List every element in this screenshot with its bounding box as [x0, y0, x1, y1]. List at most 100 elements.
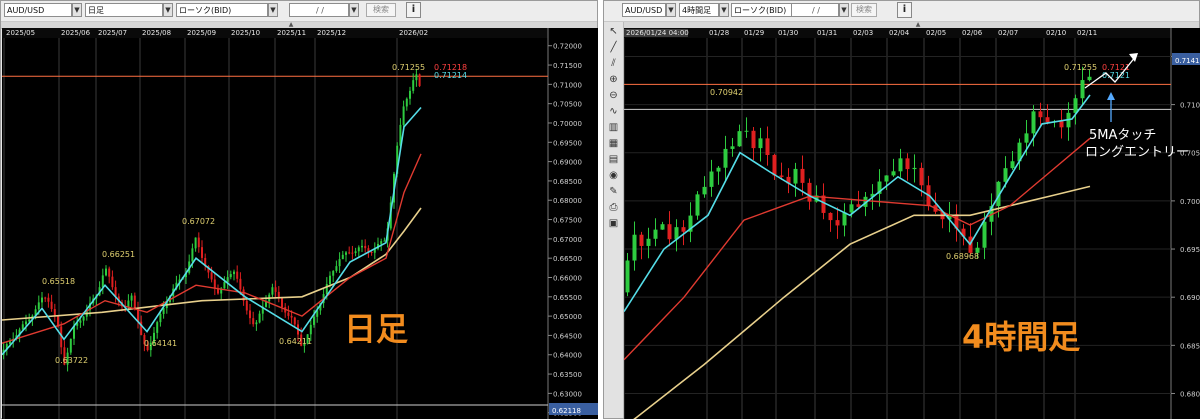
candle-body [239, 278, 242, 290]
y-tick-label: 0.6850 [1180, 342, 1200, 350]
candle-body [912, 167, 917, 170]
candle-body [258, 313, 261, 323]
x-tick-label: 02/04 [889, 29, 910, 37]
candle-body [1003, 168, 1008, 182]
x-tick-label: 2025/09 [187, 29, 216, 37]
y-tick-label: 0.7100 [1180, 102, 1200, 110]
candle-body [1010, 161, 1015, 169]
view-icon[interactable]: ◉ [607, 169, 620, 182]
candle-body [660, 224, 665, 230]
y-tick-label: 0.6900 [1180, 294, 1200, 302]
candle-body [255, 322, 258, 325]
right-date-dropdown-icon[interactable]: ▼ [839, 3, 849, 17]
current-price-text: 0.7141 [1175, 57, 1200, 65]
candle-body [1024, 133, 1029, 143]
candle-body [828, 212, 833, 221]
trendline-tool-icon[interactable]: ╱ [607, 41, 620, 54]
candle-body [338, 259, 341, 267]
x-tick-label: 2026/02 [399, 29, 428, 37]
right-date-input[interactable]: / / [791, 3, 839, 17]
candle-body [380, 241, 383, 244]
candle-body [274, 287, 277, 292]
candle-body [332, 270, 335, 276]
candle-body [1038, 111, 1043, 118]
left-timeframe-dropdown-icon[interactable]: ▼ [163, 3, 173, 17]
h4-chart-panel: AUD/USD ▼ 4時間足 ▼ ローソク(BID) ▼ [603, 0, 1200, 419]
candle-body [341, 254, 344, 260]
candle-body [287, 312, 290, 316]
left-date-input[interactable]: / / [289, 3, 349, 17]
right-search-button[interactable]: 検索 [851, 3, 877, 17]
right-info-icon[interactable]: i [897, 2, 912, 18]
candle-body [351, 252, 354, 254]
candle-body [370, 252, 373, 254]
x-tick-label: 2026/01/24 04:00 [626, 29, 689, 37]
candle-body [383, 240, 386, 242]
plot-background [2, 28, 598, 419]
candle-body [44, 297, 47, 299]
price-axis-bg [1171, 28, 1200, 419]
candle-body [884, 175, 889, 182]
candle-body [405, 98, 408, 107]
daily-candlestick-chart: 2025/05 2025/06 2025/07 2025/08 2025/09 2025/… [2, 28, 598, 419]
grid-tool-icon[interactable]: ▦ [607, 137, 620, 150]
layout-tool-icon[interactable]: ▤ [607, 153, 620, 166]
print-icon[interactable]: ⎙ [607, 201, 620, 214]
candle-body [361, 245, 363, 248]
edit-icon[interactable]: ✎ [607, 185, 620, 198]
candle-body [249, 310, 251, 319]
y-tick-label: 0.68000 [553, 197, 582, 205]
left-search-button[interactable]: 検索 [366, 3, 396, 17]
right-symbol-dropdown-icon[interactable]: ▼ [666, 3, 676, 17]
right-symbol-select[interactable]: AUD/USD [622, 3, 666, 17]
left-price-type-dropdown-icon[interactable]: ▼ [268, 3, 278, 17]
indicator-tool-icon[interactable]: ∿ [607, 105, 620, 118]
candle-body [1031, 111, 1036, 134]
left-timeframe-select[interactable]: 日足 [85, 3, 163, 17]
candle-body [402, 106, 405, 125]
candle-body [223, 282, 226, 289]
right-timeframe-select[interactable]: 4時間足 [679, 3, 719, 17]
y-tick-label: 0.64500 [553, 332, 582, 340]
left-price-type-select[interactable]: ローソク(BID) [176, 3, 268, 17]
left-symbol-dropdown-icon[interactable]: ▼ [72, 3, 82, 17]
candle-body [233, 271, 235, 275]
cursor-tool-icon[interactable]: ↖ [607, 25, 620, 38]
fib-tool-icon[interactable]: ⫽ [607, 57, 620, 70]
candle-body [898, 158, 903, 172]
right-timeframe-dropdown-icon[interactable]: ▼ [719, 3, 729, 17]
entry-annotation-line-1: 5MAタッチ [1089, 128, 1157, 143]
left-toolbar: AUD/USD ▼ 日足 ▼ ローソク(BID) ▼ / / ▼ 検索 i [1, 1, 597, 22]
candle-body [821, 195, 826, 213]
zoom-in-icon[interactable]: ⊕ [607, 73, 620, 86]
right-price-type-select[interactable]: ローソク(BID) [731, 3, 793, 17]
x-tick-label: 01/29 [744, 29, 764, 37]
candle-body [108, 268, 111, 277]
price-annotation-label: 0.70942 [710, 88, 743, 97]
candle-body [681, 227, 686, 232]
candle-body [919, 167, 924, 186]
chart-type-icon[interactable]: ▥ [607, 121, 620, 134]
candle-body [1045, 117, 1050, 123]
zoom-out-icon[interactable]: ⊖ [607, 89, 620, 102]
x-tick-label: 2025/06 [61, 29, 91, 37]
h4-timeframe-label: 4時間足 [962, 318, 1081, 356]
candle-body [625, 260, 630, 293]
candle-body [325, 284, 328, 295]
candle-body [229, 274, 232, 278]
save-icon[interactable]: ▣ [607, 217, 620, 230]
y-tick-label: 0.71000 [553, 81, 582, 89]
candle-body [982, 221, 987, 248]
price-annotation-label: 0.63722 [55, 356, 88, 365]
y-tick-label: 0.71500 [553, 62, 582, 70]
candle-body [111, 276, 114, 288]
left-info-icon[interactable]: i [406, 2, 421, 18]
left-date-dropdown-icon[interactable]: ▼ [349, 3, 359, 17]
current-price-text: 0.62118 [552, 407, 581, 415]
candle-body [191, 248, 194, 262]
candle-body [730, 146, 735, 149]
left-symbol-select[interactable]: AUD/USD [4, 3, 72, 17]
y-tick-label: 0.67000 [553, 236, 582, 244]
y-tick-label: 0.68500 [553, 178, 582, 186]
candle-body [309, 324, 312, 335]
